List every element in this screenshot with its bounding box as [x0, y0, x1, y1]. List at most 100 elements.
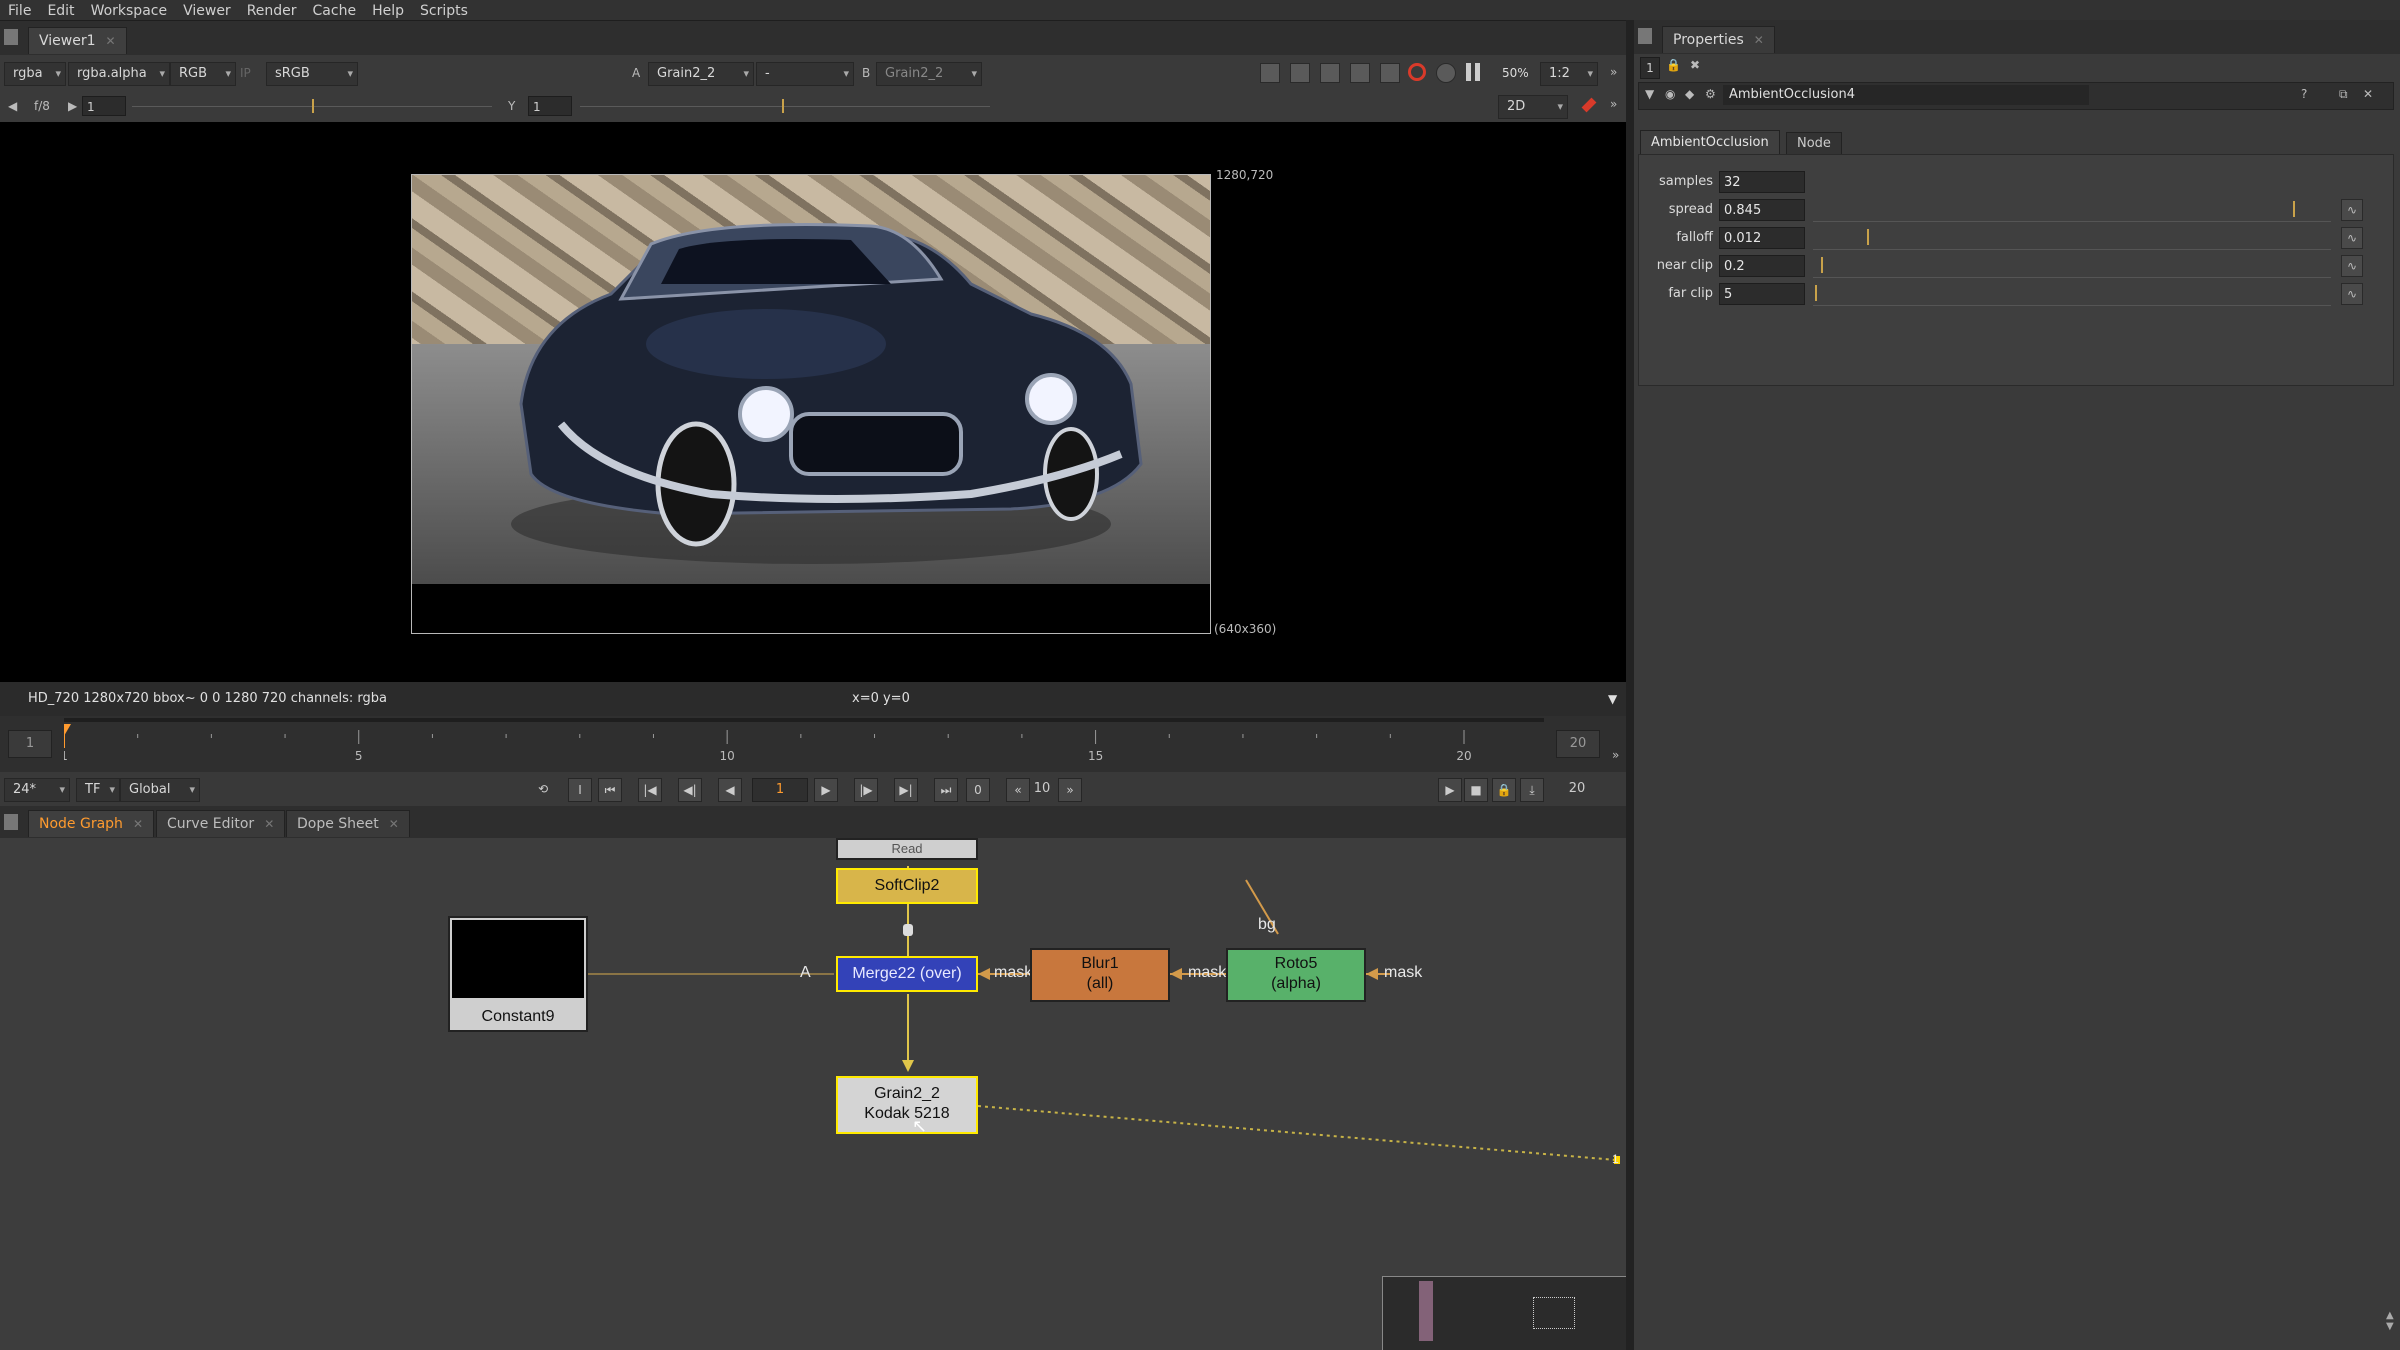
lock-panel-icon[interactable]: 🔒: [1666, 58, 1681, 72]
lock-icon[interactable]: 🔒: [1492, 778, 1516, 802]
tab-curve-editor[interactable]: Curve Editor ✕: [156, 810, 286, 837]
expand-chevron-icon-3[interactable]: »: [1612, 748, 1619, 762]
paint-pick-icon[interactable]: [1581, 97, 1597, 113]
guides-icon[interactable]: [1290, 63, 1310, 83]
node-roto5[interactable]: Roto5 (alpha): [1226, 948, 1366, 1002]
increment-field[interactable]: 10: [1030, 778, 1054, 800]
close-icon-2[interactable]: ✕: [133, 817, 143, 831]
graph-navigator[interactable]: [1382, 1276, 1626, 1350]
tab-ambientocclusion[interactable]: AmbientOcclusion: [1640, 130, 1780, 155]
pane-menu-icon-2[interactable]: [4, 814, 18, 830]
gamma-slider[interactable]: [580, 106, 990, 107]
out-point-button[interactable]: 0: [966, 778, 990, 802]
settings-icon[interactable]: ⚙: [1705, 87, 1716, 101]
param-falloff-slider[interactable]: [1813, 227, 2331, 250]
node-name-field[interactable]: AmbientOcclusion4: [1723, 85, 2089, 105]
flipbook-icon[interactable]: ▶: [1438, 778, 1462, 802]
wipe-op-dropdown[interactable]: -: [756, 62, 854, 86]
near-clip-animation-icon[interactable]: ∿: [2341, 255, 2363, 277]
param-far-clip-field[interactable]: 5: [1719, 283, 1805, 305]
colorspace-dropdown[interactable]: RGB: [170, 62, 236, 86]
tab-properties[interactable]: Properties ✕: [1662, 26, 1775, 53]
last-frame-icon[interactable]: ⏭: [934, 778, 958, 802]
global-dropdown[interactable]: Global: [120, 778, 200, 802]
refresh-icon[interactable]: [1408, 63, 1426, 81]
stop-icon[interactable]: ■: [1464, 778, 1488, 802]
node-blur1[interactable]: Blur1 (all): [1030, 948, 1170, 1002]
view-node-icon[interactable]: ◆: [1685, 87, 1694, 101]
mask-overlay-icon[interactable]: [1320, 63, 1340, 83]
close-icon-4[interactable]: ✕: [389, 817, 399, 831]
node-softclip2[interactable]: SoftClip2: [836, 868, 978, 904]
lut-dropdown[interactable]: sRGB: [266, 62, 358, 86]
sync-icon[interactable]: ⤓: [1520, 778, 1544, 802]
first-frame-icon[interactable]: ⏮: [598, 778, 622, 802]
dot-node[interactable]: [903, 924, 913, 936]
spread-slider-handle[interactable]: [2293, 201, 2295, 217]
tf-dropdown[interactable]: TF: [76, 778, 120, 802]
close-icon[interactable]: ✕: [106, 34, 116, 48]
roi-icon[interactable]: [1260, 63, 1280, 83]
node-merge22[interactable]: Merge22 (over): [836, 956, 978, 992]
close-icon-3[interactable]: ✕: [264, 817, 274, 831]
skip-back-icon[interactable]: «: [1006, 778, 1030, 802]
fps-dropdown[interactable]: 24*: [4, 778, 70, 802]
playhead-marker[interactable]: [64, 724, 71, 736]
next-keyframe-icon[interactable]: ▶|: [894, 778, 918, 802]
b-input-dropdown[interactable]: Grain2_2: [876, 62, 982, 86]
param-far-clip-slider[interactable]: [1813, 283, 2331, 306]
close-panel-icon[interactable]: ✕: [2363, 87, 2373, 101]
end-frame-field[interactable]: 20: [1556, 778, 1598, 800]
play-forward-icon[interactable]: ▶: [814, 778, 838, 802]
clear-panels-icon[interactable]: ✖: [1690, 58, 1700, 72]
falloff-animation-icon[interactable]: ∿: [2341, 227, 2363, 249]
param-falloff-field[interactable]: 0.012: [1719, 227, 1805, 249]
expand-chevron-icon-2[interactable]: »: [1610, 97, 1617, 111]
param-near-clip-field[interactable]: 0.2: [1719, 255, 1805, 277]
param-near-clip-slider[interactable]: [1813, 255, 2331, 278]
ip-toggle[interactable]: IP: [240, 66, 251, 80]
menu-workspace[interactable]: Workspace: [83, 1, 176, 21]
node-constant9[interactable]: Constant9: [448, 916, 588, 1032]
skip-forward-icon[interactable]: »: [1058, 778, 1082, 802]
near-clip-slider-handle[interactable]: [1821, 257, 1823, 273]
param-spread-field[interactable]: 0.845: [1719, 199, 1805, 221]
pane-menu-icon[interactable]: [4, 29, 18, 45]
loop-icon[interactable]: ⟲: [532, 778, 554, 800]
downres-icon[interactable]: [1380, 63, 1400, 83]
node-grain2-2[interactable]: Grain2_2 Kodak 5218: [836, 1076, 978, 1134]
zoom-level[interactable]: 50%: [1502, 66, 1529, 80]
collapse-icon[interactable]: ▼: [1645, 87, 1654, 101]
node-graph-canvas[interactable]: Read SoftClip2 Merge22 (over) A mask Blu…: [0, 838, 1626, 1350]
param-spread-slider[interactable]: [1813, 199, 2331, 222]
tab-node-graph[interactable]: Node Graph ✕: [28, 810, 154, 837]
step-forward-icon[interactable]: |▶: [854, 778, 878, 802]
help-icon[interactable]: ?: [2301, 87, 2307, 101]
step-back-icon[interactable]: ◀|: [678, 778, 702, 802]
proxy-icon[interactable]: [1350, 63, 1370, 83]
timeline-start-field[interactable]: 1: [8, 730, 52, 758]
far-clip-slider-handle[interactable]: [1815, 285, 1817, 301]
prev-keyframe-icon[interactable]: |◀: [638, 778, 662, 802]
navigator-viewport[interactable]: [1533, 1297, 1575, 1329]
in-point-icon[interactable]: I: [568, 778, 592, 802]
gamma-slider-handle[interactable]: [782, 99, 784, 113]
proxy-ratio-dropdown[interactable]: 1:2: [1540, 62, 1598, 86]
play-backward-icon[interactable]: ◀: [718, 778, 742, 802]
timeline-ruler[interactable]: 15101520: [64, 722, 1544, 768]
tab-dope-sheet[interactable]: Dope Sheet ✕: [286, 810, 410, 837]
menu-edit[interactable]: Edit: [39, 1, 82, 21]
gain-slider-handle[interactable]: [312, 99, 314, 113]
far-clip-animation-icon[interactable]: ∿: [2341, 283, 2363, 305]
menu-scripts[interactable]: Scripts: [412, 1, 476, 21]
channels-dropdown[interactable]: rgba: [4, 62, 66, 86]
falloff-slider-handle[interactable]: [1867, 229, 1869, 245]
max-panels-field[interactable]: 1: [1640, 57, 1660, 79]
timeline-end-field[interactable]: 20: [1556, 730, 1600, 758]
settings-gear-icon[interactable]: [1436, 63, 1456, 83]
gamma-field[interactable]: 1: [528, 96, 572, 116]
gain-field[interactable]: 1: [82, 96, 126, 116]
menu-cache[interactable]: Cache: [305, 1, 365, 21]
view-mode-dropdown[interactable]: 2D: [1498, 95, 1568, 119]
menu-render[interactable]: Render: [239, 1, 305, 21]
